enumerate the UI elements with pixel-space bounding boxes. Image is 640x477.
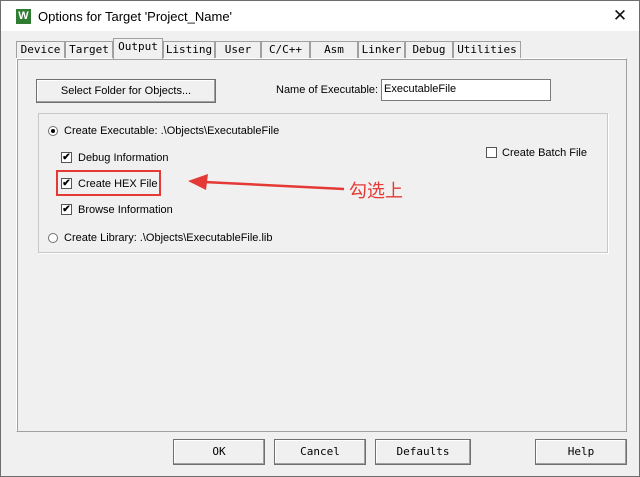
browse-information-label: Browse Information	[78, 204, 173, 216]
create-library-label: Create Library: .\Objects\ExecutableFile…	[64, 232, 273, 244]
window-title: Options for Target 'Project_Name'	[38, 9, 233, 24]
cancel-button[interactable]: Cancel	[274, 439, 366, 465]
options-dialog: W Options for Target 'Project_Name' ✕ De…	[0, 0, 640, 477]
tab-listing[interactable]: Listing	[163, 41, 215, 59]
debug-information-checkbox[interactable]: ✔	[61, 152, 72, 163]
browse-information-checkbox[interactable]: ✔	[61, 204, 72, 215]
tab-utilities[interactable]: Utilities	[453, 41, 521, 59]
tab-linker[interactable]: Linker	[358, 41, 405, 59]
tab-debug[interactable]: Debug	[405, 41, 453, 59]
ok-button[interactable]: OK	[173, 439, 265, 465]
debug-information-label: Debug Information	[78, 152, 169, 164]
annotation-text: 勾选上	[349, 181, 403, 202]
tab-c-cpp[interactable]: C/C++	[261, 41, 310, 59]
tab-asm[interactable]: Asm	[310, 41, 358, 59]
create-executable-radio[interactable]	[48, 126, 58, 136]
tab-device[interactable]: Device	[16, 41, 65, 59]
create-batch-file-label: Create Batch File	[502, 147, 587, 159]
title-bar: W Options for Target 'Project_Name' ✕	[1, 1, 639, 31]
annotation-arrow-icon	[188, 174, 345, 191]
tab-target[interactable]: Target	[65, 41, 113, 59]
close-icon[interactable]: ✕	[602, 2, 638, 30]
help-button[interactable]: Help	[535, 439, 627, 465]
select-folder-button[interactable]: Select Folder for Objects...	[36, 79, 216, 103]
create-executable-label: Create Executable: .\Objects\ExecutableF…	[64, 125, 280, 137]
create-batch-file-checkbox[interactable]	[486, 147, 497, 158]
hex-file-highlight-box	[56, 170, 161, 196]
name-of-executable-label: Name of Executable:	[276, 84, 379, 96]
defaults-button[interactable]: Defaults	[375, 439, 471, 465]
tab-output[interactable]: Output	[113, 38, 163, 59]
tab-user[interactable]: User	[215, 41, 261, 59]
create-library-radio[interactable]	[48, 233, 58, 243]
app-icon: W	[16, 9, 31, 24]
executable-name-field[interactable]: ExecutableFile	[381, 79, 551, 101]
